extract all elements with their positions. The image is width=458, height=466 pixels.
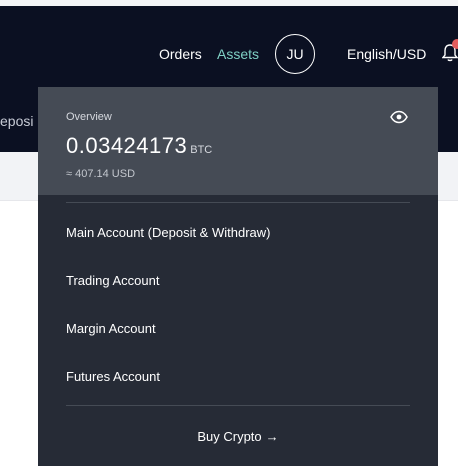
balance-unit: BTC [190, 144, 213, 156]
menu-divider-bottom [66, 405, 410, 406]
arrow-right-icon: → [265, 429, 279, 444]
menu-item-trading-account[interactable]: Trading Account [66, 273, 159, 288]
overview-label: Overview [66, 111, 112, 123]
notification-dot [452, 39, 458, 49]
balance-amount: 0.03424173 BTC [66, 133, 212, 159]
balance-usd-estimate: ≈ 407.14 USD [66, 168, 136, 180]
buy-crypto-label: Buy Crypto [197, 429, 262, 444]
user-avatar[interactable]: JU [275, 34, 315, 74]
avatar-initials: JU [286, 46, 304, 62]
balance-value: 0.03424173 [66, 133, 188, 158]
overview-panel[interactable]: Overview 0.03424173 BTC ≈ 407.14 USD [38, 87, 438, 195]
menu-item-margin-account[interactable]: Margin Account [66, 321, 156, 336]
assets-dropdown-menu: Overview 0.03424173 BTC ≈ 407.14 USD Main… [38, 87, 438, 466]
buy-crypto-button[interactable]: Buy Crypto → [38, 429, 438, 444]
top-navbar: Orders Assets JU English/USD [0, 6, 458, 90]
nav-assets-link[interactable]: Assets [217, 46, 259, 62]
menu-item-main-account[interactable]: Main Account (Deposit & Withdraw) [66, 225, 270, 240]
eye-icon[interactable] [390, 110, 408, 124]
nav-orders-link[interactable]: Orders [159, 46, 202, 62]
menu-divider-top [66, 202, 410, 203]
menu-item-futures-account[interactable]: Futures Account [66, 369, 160, 384]
subnav-deposit-link[interactable]: eposi [0, 113, 33, 129]
language-currency-selector[interactable]: English/USD [347, 46, 426, 62]
